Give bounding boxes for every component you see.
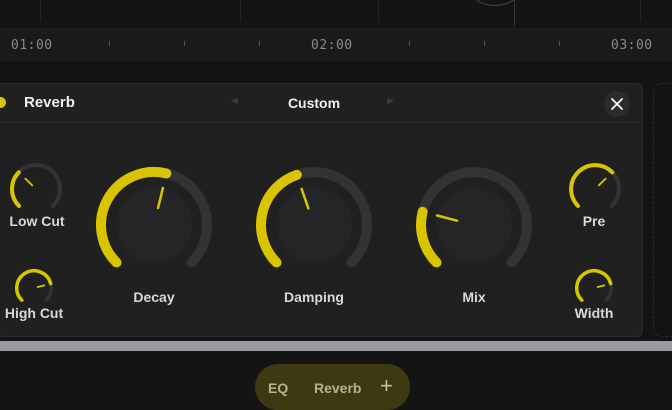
low-cut-label: Low Cut (9, 213, 65, 229)
knob-value-arc (10, 170, 22, 208)
preset-selector[interactable]: Custom (247, 95, 381, 111)
knob-pointer (36, 284, 46, 288)
mix-label: Mix (462, 289, 486, 305)
high-cut-label: High Cut (4, 305, 64, 321)
knob-pointer (24, 177, 34, 187)
knob-value-arc (15, 269, 53, 302)
knob-value-arc (575, 269, 613, 302)
playhead[interactable] (514, 0, 515, 26)
reverb-plugin-panel: Reverb ◀ Custom ▶ Low Cut High Cut Decay… (0, 83, 643, 337)
decay-label: Decay (133, 289, 175, 305)
grid-line (240, 0, 241, 22)
time-ruler[interactable]: 01:00 02:00 03:00 (0, 29, 672, 61)
fx-chain-item-eq[interactable]: EQ (268, 380, 288, 396)
time-marker: 03:00 (611, 38, 653, 53)
ruler-tick (184, 41, 185, 46)
damping-knob[interactable] (255, 166, 373, 284)
knob-body (276, 187, 352, 263)
knob-pointer (597, 177, 607, 187)
mix-knob[interactable] (415, 166, 533, 284)
decay-knob[interactable] (95, 166, 213, 284)
time-marker: 02:00 (311, 38, 353, 53)
plugin-name: Reverb (24, 94, 75, 111)
ruler-tick (484, 41, 485, 46)
knob-value-arc (569, 163, 615, 208)
knob-body (436, 187, 512, 263)
damping-label: Damping (284, 289, 344, 305)
width-knob[interactable] (574, 268, 614, 308)
chevron-left-icon[interactable]: ◀ (231, 95, 238, 106)
knob-body (116, 187, 192, 263)
grid-line (640, 0, 641, 22)
ruler-tick (109, 41, 110, 46)
width-label: Width (574, 305, 614, 321)
pre-knob[interactable] (568, 162, 622, 216)
close-button[interactable] (604, 91, 630, 117)
grid-line (40, 0, 41, 22)
close-icon (611, 98, 623, 110)
fx-chain-item-reverb[interactable]: Reverb (314, 380, 361, 396)
adjacent-panel-edge (653, 83, 672, 337)
panel-resize-handle[interactable] (0, 341, 672, 351)
plugin-header: Reverb ◀ Custom ▶ (0, 84, 642, 123)
ruler-tick (409, 41, 410, 46)
grid-line (378, 0, 379, 22)
ruler-tick (559, 41, 560, 46)
ruler-tick (259, 41, 260, 46)
plus-icon[interactable]: + (380, 375, 393, 397)
knob-value-arc (416, 206, 442, 268)
chevron-right-icon[interactable]: ▶ (387, 95, 394, 106)
time-marker: 01:00 (11, 38, 53, 53)
power-toggle[interactable] (0, 97, 6, 108)
playhead-handle[interactable] (472, 0, 518, 6)
fx-chain-pill: EQ Reverb + (255, 364, 410, 410)
track-area (0, 0, 672, 29)
low-cut-knob[interactable] (9, 162, 63, 216)
knob-pointer (596, 284, 606, 288)
pre-label: Pre (582, 213, 606, 229)
high-cut-knob[interactable] (14, 268, 54, 308)
